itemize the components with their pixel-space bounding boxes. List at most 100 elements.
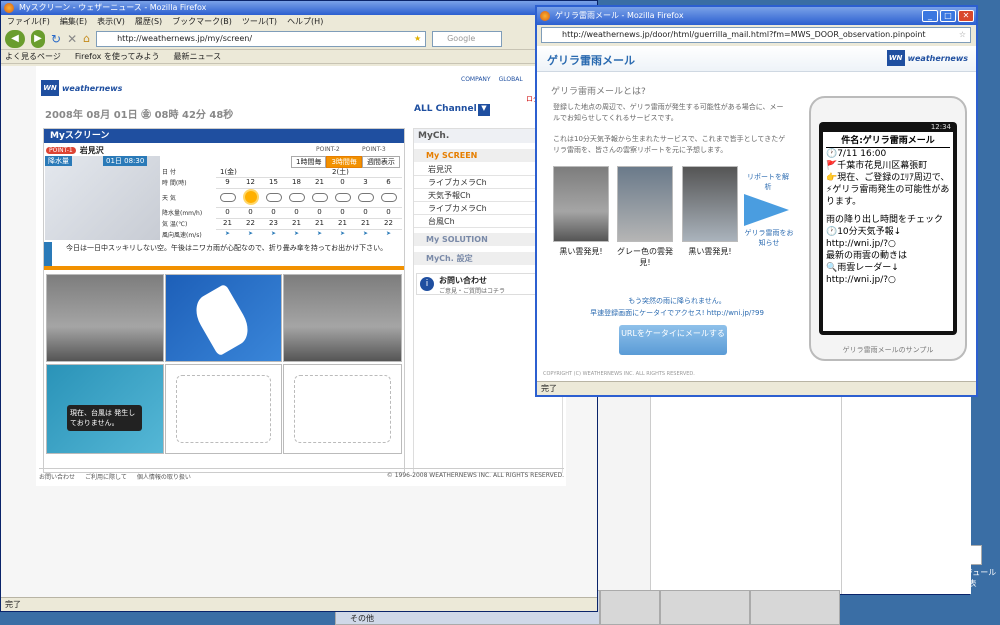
wind-arrow-icon: ➤ (316, 230, 323, 237)
cloud-icon (288, 192, 305, 202)
cloud-icon (265, 192, 282, 202)
footer-link-contact[interactable]: お問い合わせ (39, 472, 75, 482)
bookmark-item[interactable]: 最新ニュース (173, 50, 221, 63)
point2-tag[interactable]: POINT-2 (316, 146, 340, 153)
channel-select[interactable]: ALL Channel ▼ (414, 104, 490, 118)
mail-line: 🚩千葉市花見川区幕張町 (826, 161, 928, 171)
weathernews-logo[interactable]: WN weathernews (41, 80, 122, 96)
forecast-precip: 0 (294, 208, 299, 216)
livecamera-photo[interactable] (46, 274, 164, 362)
back-button[interactable]: ◀ (5, 29, 25, 48)
taskbar-item[interactable] (750, 590, 840, 625)
wind-arrow-icon: ➤ (339, 230, 346, 237)
phone-screen: 12:34 件名:ゲリラ雷雨メール 🕐7/11 16:00 🚩千葉市花見川区幕張町… (819, 122, 957, 335)
forecast-temp: 21 (292, 219, 301, 227)
contact-title: お問い合わせ (439, 276, 487, 285)
cloud-icon (334, 192, 351, 202)
maximize-button[interactable]: □ (940, 10, 956, 22)
page-footer: お問い合わせ ご利用に際して 個人情報の取り扱い © 1996-2008 WEA… (39, 468, 564, 482)
menu-bar: ファイル(F) 編集(E) 表示(V) 履歴(S) ブックマーク(B) ツール(… (1, 15, 597, 28)
mail-line: http://wni.jp/?○ (826, 239, 896, 249)
send-url-button[interactable]: URLをケータイにメールする (619, 325, 727, 355)
stop-icon[interactable]: ✕ (67, 32, 77, 46)
menu-view[interactable]: 表示(V) (97, 15, 125, 28)
taskbar-item[interactable] (600, 590, 660, 625)
bookmark-item[interactable]: よく見るページ (5, 50, 61, 63)
forecast-precip: 0 (363, 208, 368, 216)
status-bar: 完了 (537, 381, 976, 395)
description-1: 登録した地点の周辺で、ゲリラ雷雨が発生する可能性がある場合に、メールでお知らせし… (553, 103, 784, 122)
menu-bookmarks[interactable]: ブックマーク(B) (172, 15, 232, 28)
close-button[interactable]: ✕ (958, 10, 974, 22)
cloud-icon (380, 192, 397, 202)
cloud-photo-2 (617, 166, 673, 242)
rain-map[interactable]: 降水量 01日 08:30 (45, 156, 160, 240)
forward-button[interactable]: ▶ (31, 29, 45, 48)
minimize-button[interactable]: _ (922, 10, 938, 22)
popup-title: ゲリラ雷雨メール (547, 54, 635, 67)
section-question: ゲリラ雷雨メールとは? (551, 87, 646, 97)
point3-tag[interactable]: POINT-3 (362, 146, 386, 153)
company-link[interactable]: COMPANY (461, 76, 491, 83)
menu-help[interactable]: ヘルプ(H) (287, 15, 323, 28)
url-bar[interactable]: http://weathernews.jp/my/screen/★ (96, 30, 427, 47)
global-link[interactable]: GLOBAL (499, 76, 523, 83)
empty-slot[interactable] (165, 364, 282, 454)
bookmark-star-icon[interactable]: ★ (414, 32, 421, 46)
wind-arrow-icon: ➤ (247, 230, 254, 237)
phone-caption: ゲリラ雷雨メールのサンプル (842, 346, 934, 354)
bookmark-item[interactable]: Firefox を使ってみよう (75, 50, 160, 63)
forecast-temp: 21 (338, 219, 347, 227)
wind-arrow-icon: ➤ (362, 230, 369, 237)
forecast-precip: 0 (386, 208, 391, 216)
photo-caption-2: グレー色の雲発見! (617, 247, 673, 267)
typhoon-map[interactable]: 現在、台風は 発生しておりません。 (46, 364, 164, 454)
point-tag[interactable]: POINT-1 (46, 147, 76, 154)
cloud-icon (311, 192, 328, 202)
notify-label: ゲリラ雷雨をお知らせ (744, 229, 794, 247)
menu-edit[interactable]: 編集(E) (60, 15, 87, 28)
bookmark-star-icon[interactable]: ☆ (959, 28, 966, 42)
weather-map-japan[interactable] (165, 274, 282, 362)
popup-header: ゲリラ雷雨メール WN weathernews (537, 46, 976, 72)
background-window (580, 380, 971, 595)
title-bar: Myスクリーン - ウェザーニュース - Mozilla Firefox (1, 1, 597, 15)
empty-slot[interactable] (283, 364, 402, 454)
popup-browser-window: ゲリラ雷雨メール - Mozilla Firefox _ □ ✕ http://… (535, 5, 978, 397)
mail-line: 👉現在、ご登録のｴﾘｱ周辺で、⚡ゲリラ雷雨発生の可能性があります。 (826, 173, 950, 207)
search-input[interactable]: Google (432, 30, 503, 47)
window-controls: _ □ ✕ (922, 10, 974, 22)
wind-arrow-icon: ➤ (270, 230, 277, 237)
panel-title: Myスクリーン (44, 129, 404, 143)
mail-line: 🕐10分天気予報↓ (826, 227, 902, 237)
mail-line: 🕐7/11 16:00 (826, 149, 887, 159)
forecast-hour: 21 (315, 178, 324, 186)
mail-subject: 件名:ゲリラ雷雨メール (826, 135, 950, 148)
forecast-precip: 0 (271, 208, 276, 216)
menu-tools[interactable]: ツール(T) (242, 15, 277, 28)
cloud-photo-3 (682, 166, 738, 242)
weathernews-logo: WN weathernews (886, 50, 968, 66)
reload-icon[interactable]: ↻ (51, 32, 61, 46)
myscreen-panel: Myスクリーン POINT-1 岩見沢 POINT-2 POINT-3 1時間毎… (43, 128, 405, 473)
mail-body: 件名:ゲリラ雷雨メール 🕐7/11 16:00 🚩千葉市花見川区幕張町 👉現在、ご登… (823, 132, 953, 331)
forecast-hour: 9 (225, 178, 230, 186)
footer-link-privacy[interactable]: 個人情報の取り扱い (137, 472, 191, 482)
url-bar[interactable]: http://weathernews.jp/door/html/guerrill… (541, 27, 971, 43)
menu-history[interactable]: 履歴(S) (135, 15, 162, 28)
cloud-photo-1 (553, 166, 609, 242)
forecast-hour: 15 (269, 178, 278, 186)
firefox-icon (4, 3, 14, 13)
taskbar-item[interactable] (660, 590, 750, 625)
home-icon[interactable]: ⌂ (83, 32, 90, 45)
mail-line: 🔍雨雲レーダー↓ (826, 263, 899, 273)
status-bar: 完了 (1, 597, 597, 611)
forecast-precip: 0 (225, 208, 230, 216)
forecast-table: 日 付 時 間(時) 天 気 降水量(mm/h) 気 温(℃) 風向風速(m/s… (162, 167, 404, 241)
footer-link-terms[interactable]: ご利用に際して (85, 472, 127, 482)
forecast-hour: 18 (292, 178, 301, 186)
forecast-comment: 今日は一日中スッキリしない空。午後はニワカ雨が心配なので、折り畳み傘を持ってお出… (44, 242, 404, 266)
location-name: 岩見沢 (79, 146, 104, 155)
tokyo-tower-photo[interactable] (283, 274, 402, 362)
menu-file[interactable]: ファイル(F) (7, 15, 50, 28)
